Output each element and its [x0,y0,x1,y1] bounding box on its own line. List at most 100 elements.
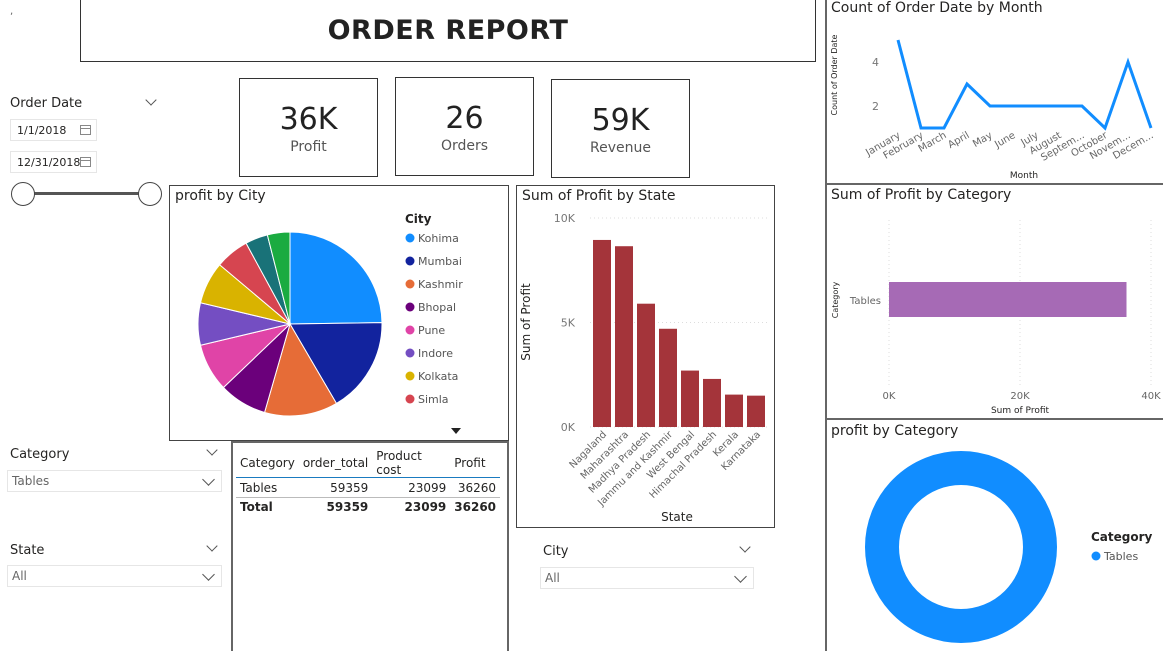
bar[interactable] [725,394,743,427]
category-bar-svg: 0K 20K 40K Tables Category Sum of Profit [831,220,1161,416]
table-left-border [231,441,233,651]
orders-label: Orders [440,137,489,154]
x-tick-label: June [992,130,1017,151]
legend-item[interactable]: Pune [418,324,445,337]
x-tick-label: 40K [1141,391,1161,402]
y-axis-title: Sum of Profit [519,283,533,361]
legend-item[interactable]: Tables [1103,550,1138,563]
donut-slice[interactable] [865,451,1057,643]
y-tick-label: 0K [561,421,576,434]
profit-by-state-chart[interactable]: Sum of Profit by State 0K 5K 10K Nagaland M… [516,185,775,528]
orders-value: 26 [445,100,484,136]
legend-item[interactable]: Kohima [418,232,459,245]
orders-card[interactable]: 26 Orders [395,77,534,176]
x-tick-label: May [971,130,994,150]
revenue-card[interactable]: 59K Revenue [551,79,690,178]
y-axis-title: Count of Order Date [830,34,839,115]
column-header[interactable]: Product cost [372,449,450,478]
bar[interactable] [747,395,765,427]
legend-marker [1091,551,1101,561]
state-dropdown[interactable]: All [7,565,222,587]
pie-svg: City Kohima Mumbai Kashmir Bhopal Pune Indore K… [197,212,463,434]
bar[interactable] [615,246,633,427]
y-tick-label: 5K [561,317,576,330]
city-chevron-icon[interactable] [739,541,751,553]
bar[interactable] [703,378,721,427]
revenue-label: Revenue [590,139,651,156]
legend-marker [405,394,415,404]
city-dropdown-value: All [545,571,560,585]
x-tick-label: 20K [1010,391,1030,402]
legend-item[interactable]: Bhopal [418,301,456,314]
legend-scroll-down-icon[interactable] [451,428,461,434]
corner-mark: , [10,6,14,17]
date-range-end-handle[interactable] [138,182,162,206]
order-count-by-month-chart[interactable]: Count of Order Date by Month 24 January F… [827,0,1163,183]
start-date-input[interactable]: 1/1/2018 [10,119,97,141]
chevron-down-icon[interactable] [734,569,747,583]
x-axis-title: Month [1010,171,1038,181]
city-dropdown[interactable]: All [540,567,754,589]
cell-profit: 36260 [457,480,497,495]
column-header[interactable]: Profit [450,449,500,478]
table-total-row[interactable]: Total 59359 23099 36260 [236,497,501,516]
city-slicer-title: City [543,544,569,559]
category-dropdown[interactable]: Tables [7,470,222,492]
bar[interactable] [681,370,699,427]
report-title: ORDER REPORT [327,14,569,46]
category-dropdown-value: Tables [12,474,50,488]
state-chevron-icon[interactable] [206,540,218,552]
chevron-down-icon[interactable] [202,567,215,581]
table-right-border [507,441,509,651]
legend-item[interactable]: Kolkata [418,370,458,383]
end-date-value: 12/31/2018 [17,155,81,169]
bar[interactable] [659,328,677,427]
category-slicer-title: Category [10,447,70,462]
pie-slice[interactable] [289,231,383,325]
calendar-icon[interactable] [80,125,91,135]
legend-item[interactable]: Mumbai [418,255,462,268]
state-bar-svg: 0K5K10K NagalandMaharashtraMadhya Prades… [519,212,767,524]
cell-order-total: 59359 [330,480,369,495]
profit-by-city-chart[interactable]: profit by City City Kohima Mumbai Kashmir Bh… [169,185,509,441]
category-chevron-icon[interactable] [206,444,218,456]
total-product-cost: 23099 [404,499,447,514]
y-tick-label: 4 [872,56,879,69]
calendar-icon[interactable] [80,157,91,167]
cell-category: Tables [240,480,278,495]
x-axis-title: State [661,510,693,524]
line-svg: 24 JanuaryFebruaryMarchApril MayJune JulyA… [830,34,1156,181]
order-date-chevron-icon[interactable] [145,94,157,106]
total-profit: 36260 [454,499,497,514]
profit-value: 36K [279,101,338,137]
y-axis-title: Category [831,281,840,318]
legend-item[interactable]: Indore [418,347,453,360]
bar[interactable] [593,239,611,427]
legend-marker [405,302,415,312]
chevron-down-icon[interactable] [202,472,215,486]
legend-item[interactable]: Kashmir [418,278,463,291]
legend-item[interactable]: Simla [418,393,449,406]
profit-by-category-bar-chart[interactable]: Sum of Profit by Category 0K 20K 40K Table… [827,185,1163,418]
total-order-total: 59359 [326,499,369,514]
legend-title: City [405,212,432,226]
end-date-input[interactable]: 12/31/2018 [10,151,97,173]
profit-card[interactable]: 36K Profit [239,78,378,177]
cell-product-cost: 23099 [408,480,447,495]
profit-matrix[interactable]: Category order_total Product cost Profit… [236,449,501,516]
legend-marker [405,256,415,266]
y-tick-label: 2 [872,100,879,113]
legend-marker [405,279,415,289]
bar[interactable] [889,282,1127,317]
date-range-start-handle[interactable] [11,182,35,206]
y-tick-label: Tables [849,296,881,307]
bar[interactable] [637,303,655,427]
profit-label: Profit [290,138,327,155]
state-slicer-title: State [10,543,45,558]
date-range-track [22,192,150,195]
report-title-box: ORDER REPORT [80,0,816,62]
column-header[interactable]: Category [236,449,299,478]
column-header[interactable]: order_total [299,449,372,478]
table-row[interactable]: Tables 59359 23099 36260 [236,478,500,498]
profit-by-category-donut-chart[interactable]: profit by Category Category Tables [827,420,1163,651]
